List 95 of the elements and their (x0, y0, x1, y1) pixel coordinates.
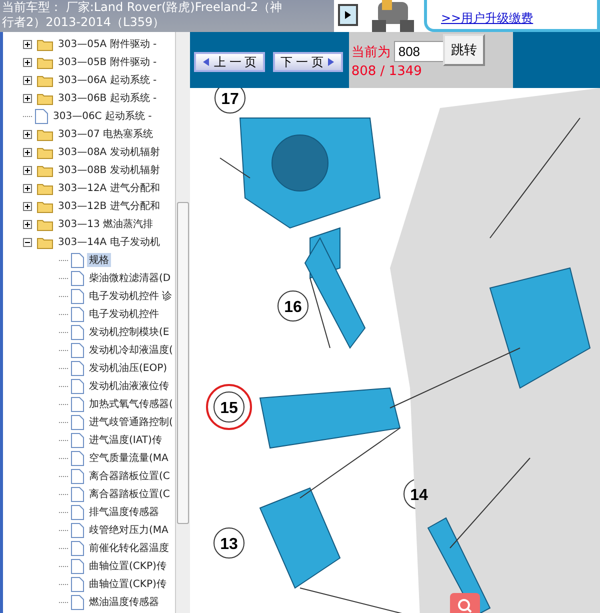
document-icon (71, 288, 84, 304)
document-icon (71, 594, 84, 610)
document-icon (71, 468, 84, 484)
expand-icon[interactable] (23, 148, 32, 156)
folder-icon (37, 218, 53, 230)
previous-page-button[interactable]: 上 一 页 (194, 52, 265, 72)
document-icon (71, 360, 84, 376)
callout-number: 16 (284, 299, 302, 316)
tree-item[interactable]: 柴油微粒滤清器(D (87, 271, 173, 285)
expand-icon[interactable] (23, 76, 32, 84)
tree-item[interactable]: 电子发动机控件 (87, 307, 161, 321)
document-icon (35, 108, 48, 124)
next-page-button[interactable]: 下 一 页 (272, 52, 344, 72)
current-page-label: 当前为 (351, 44, 390, 60)
document-icon (71, 450, 84, 466)
go-button[interactable]: 跳转 (443, 34, 485, 66)
tree-item[interactable]: 发动机冷却液温度( (87, 343, 175, 357)
tree-item[interactable]: 303—06A 起动系统 - (56, 73, 159, 87)
document-icon (71, 558, 84, 574)
tree-item[interactable]: 离合器踏板位置(C (87, 469, 172, 483)
callout-number: 13 (220, 536, 238, 553)
document-icon (71, 324, 84, 340)
tree-item[interactable]: 303—13 燃油蒸汽排 (56, 217, 155, 231)
vehicle-title: 当前车型： 厂家:Land Rover(路虎)Freeland-2（神 (2, 0, 284, 15)
tree-item[interactable]: 离合器踏板位置(C (87, 487, 172, 501)
page-position: 808 / 1349 (351, 64, 423, 79)
tree-item[interactable]: 发动机控制模块(E (87, 325, 172, 339)
document-icon (71, 306, 84, 322)
expand-icon[interactable] (23, 40, 32, 48)
folder-icon (37, 164, 53, 176)
tree-item[interactable]: 空气质量流量(MA (87, 451, 170, 465)
expand-icon[interactable] (23, 94, 32, 102)
expand-icon[interactable] (23, 184, 32, 192)
folder-icon (37, 236, 53, 248)
collapse-icon[interactable] (23, 238, 32, 246)
document-icon (71, 432, 84, 448)
document-icon (71, 378, 84, 394)
folder-icon (37, 38, 53, 50)
document-icon (71, 486, 84, 502)
tree-item[interactable]: 进气歧管通路控制( (87, 415, 175, 429)
scrollbar[interactable] (175, 32, 190, 613)
document-icon (71, 576, 84, 592)
tree-item[interactable]: 303—14A 电子发动机 (56, 235, 162, 249)
zoom-button[interactable] (450, 593, 480, 613)
search-icon (457, 598, 473, 613)
expand-icon[interactable] (23, 202, 32, 210)
callout-number: 14 (410, 487, 428, 504)
tree-item[interactable]: 303—12A 进气分配和 (56, 181, 162, 195)
arrow-right-icon (344, 10, 352, 20)
collapse-button[interactable] (338, 4, 358, 26)
vehicle-title: 行者2）2013-2014（L359） (2, 15, 166, 30)
arrow-left-icon (202, 57, 210, 67)
tree-item[interactable]: 曲轴位置(CKP)传 (87, 559, 168, 573)
arrow-right-icon (327, 57, 336, 67)
tree-item[interactable]: 歧管绝对压力(MA (87, 523, 170, 537)
folder-icon (37, 92, 53, 104)
tree-item[interactable]: 303—06C 起动系统 - (51, 109, 154, 123)
document-icon (71, 396, 84, 412)
tree-item[interactable]: 发动机油压(EOP) (87, 361, 170, 375)
folder-icon (37, 74, 53, 86)
tree-item[interactable]: 进气温度(IAT)传 (87, 433, 164, 447)
tree-item[interactable]: 303—05A 附件驱动 - (56, 37, 159, 51)
callout-number: 17 (221, 91, 239, 108)
tree-item[interactable]: 303—08B 发动机辐射 (56, 163, 162, 177)
folder-icon (37, 200, 53, 212)
document-icon (71, 342, 84, 358)
tree-item[interactable]: 前催化转化器温度 (87, 541, 171, 555)
folder-icon (37, 56, 53, 68)
tree-item[interactable]: 加热式氧气传感器( (87, 397, 175, 411)
expand-icon[interactable] (23, 58, 32, 66)
upgrade-link[interactable]: >>用户升级缴费 (441, 10, 534, 27)
tree-item[interactable]: 303—05B 附件驱动 - (56, 55, 159, 69)
tree-item[interactable]: 曲轴位置(CKP)传 (87, 577, 168, 591)
tree-item[interactable]: 规格 (87, 253, 111, 267)
folder-icon (37, 182, 53, 194)
document-icon (71, 414, 84, 430)
tree-item[interactable]: 电子发动机控件 诊 (87, 289, 174, 303)
tree-item[interactable]: 303—07 电热塞系统 (56, 127, 155, 141)
document-icon (71, 504, 84, 520)
folder-icon (37, 128, 53, 140)
document-icon (71, 252, 84, 268)
expand-icon[interactable] (23, 220, 32, 228)
document-icon (71, 540, 84, 556)
document-icon (71, 270, 84, 286)
folder-icon (37, 146, 53, 158)
expand-icon[interactable] (23, 130, 32, 138)
tree-item[interactable]: 排气温度传感器 (87, 505, 161, 519)
document-icon (71, 522, 84, 538)
tree-item[interactable]: 发动机油液液位传 (87, 379, 171, 393)
tree-item[interactable]: 燃油温度传感器 (87, 595, 161, 609)
tree-item[interactable]: 303—06B 起动系统 - (56, 91, 159, 105)
tree-item[interactable]: 303—12B 进气分配和 (56, 199, 162, 213)
callout-number: 15 (220, 400, 238, 417)
tree-item[interactable]: 303—08A 发动机辐射 (56, 145, 162, 159)
expand-icon[interactable] (23, 166, 32, 174)
